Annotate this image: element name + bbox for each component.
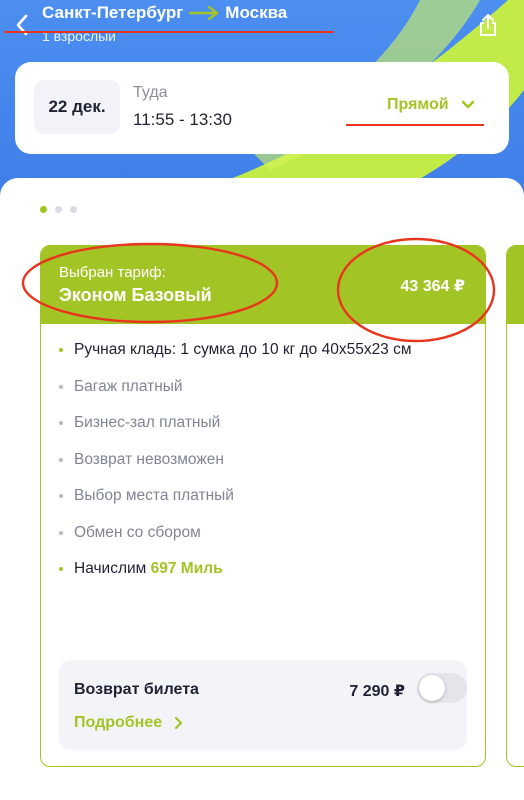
tariff-price: 43 364 ₽	[400, 278, 465, 295]
tariff-name: Эконом Базовый	[59, 285, 212, 305]
route-title: Санкт-Петербург Москва	[42, 3, 287, 23]
tariff-card[interactable]: Выбран тариф: Эконом Базовый 43 364 ₽ Ру…	[40, 245, 486, 767]
bullet-icon	[59, 494, 63, 498]
feature-exchange: Обмен со сбором	[59, 521, 459, 545]
share-icon	[480, 14, 496, 36]
feature-text: Бизнес-зал платный	[74, 414, 221, 431]
feature-text: Выбор места платный	[74, 487, 234, 504]
refund-details-link[interactable]: Подробнее	[74, 714, 183, 732]
flight-time-range: 11:55 - 13:30	[133, 110, 232, 129]
flight-type-label: Прямой	[387, 96, 449, 113]
refund-title: Возврат билета	[74, 681, 199, 698]
feature-text: Возврат невозможен	[74, 450, 224, 468]
toggle-knob	[419, 675, 445, 701]
feature-hand-luggage: Ручная кладь: 1 сумка до 10 кг до 40х55х…	[59, 338, 459, 362]
tariff-panel: Выбран тариф: Эконом Базовый 43 364 ₽ Ру…	[0, 178, 524, 800]
flight-date: 22 дек.	[34, 80, 120, 134]
tariff-caption: Выбран тариф:	[59, 264, 166, 281]
miles-value: 697 Миль	[150, 560, 223, 577]
feature-refund: Возврат невозможен	[59, 448, 459, 472]
bullet-icon	[59, 348, 63, 352]
flight-summary-card[interactable]: 22 дек. Туда 11:55 - 13:30 Прямой	[15, 62, 509, 154]
miles-prefix: Начислим	[74, 560, 147, 577]
refund-option: Возврат билета 7 290 ₽ Подробнее	[59, 660, 467, 750]
carousel-dot[interactable]	[70, 206, 77, 213]
route-destination: Москва	[225, 3, 288, 22]
flight-direction-label: Туда	[133, 84, 168, 101]
share-button[interactable]	[474, 10, 502, 40]
carousel-indicator	[40, 206, 77, 213]
flight-type-dropdown[interactable]: Прямой	[387, 96, 475, 114]
bullet-icon	[59, 457, 63, 462]
feature-miles: Начислим 697 Миль	[59, 557, 459, 581]
feature-text: Багаж платный	[74, 377, 183, 395]
tariff-header: Выбран тариф: Эконом Базовый 43 364 ₽	[41, 246, 485, 324]
chevron-down-icon	[461, 100, 474, 109]
arrow-right-icon	[189, 6, 219, 20]
next-tariff-header	[507, 246, 524, 324]
route-origin: Санкт-Петербург	[42, 3, 184, 22]
bullet-icon	[59, 384, 63, 389]
top-bar: Санкт-Петербург Москва 1 взрослый	[0, 0, 524, 56]
feature-seat-selection: Выбор места платный	[59, 484, 459, 508]
refund-price: 7 290 ₽	[349, 683, 405, 700]
carousel-dot[interactable]	[40, 206, 47, 213]
bullet-icon	[59, 567, 63, 571]
details-label: Подробнее	[74, 714, 163, 731]
refund-toggle[interactable]	[417, 673, 467, 703]
next-tariff-card[interactable]	[506, 245, 524, 767]
bullet-icon	[59, 530, 63, 535]
feature-baggage: Багаж платный	[59, 375, 459, 399]
tariff-features-list: Ручная кладь: 1 сумка до 10 кг до 40х55х…	[59, 338, 459, 594]
feature-text: Ручная кладь: 1 сумка до 10 кг до 40х55х…	[74, 341, 412, 358]
carousel-dot[interactable]	[55, 206, 62, 213]
chevron-right-icon	[175, 716, 183, 730]
back-button[interactable]	[8, 10, 36, 40]
annotation-underline-flight-type	[346, 124, 484, 126]
bullet-icon	[59, 421, 63, 425]
annotation-underline-route	[4, 31, 334, 33]
feature-text: Обмен со сбором	[74, 523, 201, 541]
feature-business-lounge: Бизнес-зал платный	[59, 411, 459, 435]
